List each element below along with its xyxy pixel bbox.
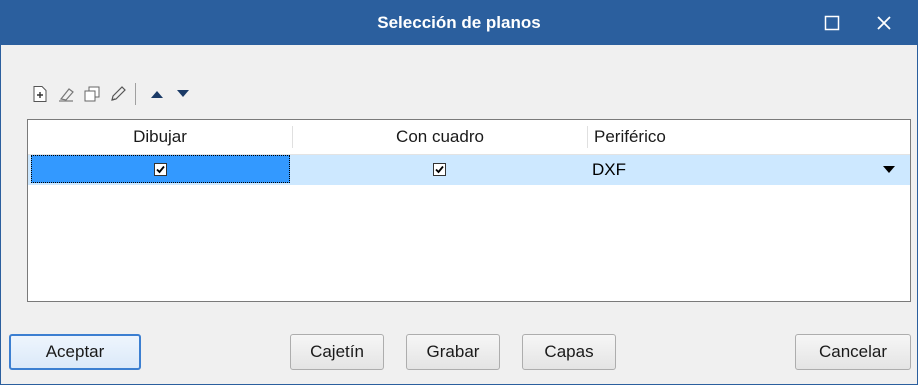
close-button[interactable] <box>861 1 907 45</box>
cell-dibujar[interactable] <box>31 155 290 183</box>
layers-button[interactable]: Capas <box>522 334 616 370</box>
column-header-dibujar[interactable]: Dibujar <box>28 120 292 154</box>
copy-button[interactable] <box>79 81 105 107</box>
check-icon <box>435 165 444 174</box>
dibujar-checkbox[interactable] <box>154 163 167 176</box>
plans-grid[interactable]: Dibujar Con cuadro Periférico DXF <box>27 119 911 302</box>
con-cuadro-checkbox[interactable] <box>433 163 446 176</box>
window-title: Selección de planos <box>377 13 541 32</box>
add-button[interactable] <box>27 81 53 107</box>
column-header-con-cuadro[interactable]: Con cuadro <box>293 120 587 154</box>
accept-button[interactable]: Aceptar <box>9 334 141 370</box>
cancel-button[interactable]: Cancelar <box>795 334 911 370</box>
edit-button[interactable] <box>105 81 131 107</box>
close-icon <box>877 16 891 30</box>
chevron-down-icon[interactable] <box>883 166 895 174</box>
check-icon <box>156 165 165 174</box>
periferico-select-value[interactable]: DXF <box>592 155 626 185</box>
maximize-icon <box>824 15 840 31</box>
toolbar <box>27 81 196 107</box>
move-up-icon <box>151 91 163 98</box>
cajetin-button[interactable]: Cajetín <box>290 334 384 370</box>
pencil-icon <box>111 86 126 101</box>
eraser-icon <box>59 88 74 102</box>
add-icon <box>33 86 47 102</box>
maximize-button[interactable] <box>809 1 855 45</box>
title-bar[interactable]: Selección de planos <box>1 1 917 45</box>
move-up-button[interactable] <box>144 81 170 107</box>
save-button[interactable]: Grabar <box>406 334 500 370</box>
move-down-icon <box>177 90 189 97</box>
copy-icon <box>84 86 100 102</box>
toolbar-separator <box>135 83 136 105</box>
move-down-button[interactable] <box>170 81 196 107</box>
column-separator <box>587 126 588 148</box>
table-row[interactable]: DXF <box>28 155 910 185</box>
dialog-window: Selección de planos Dibujar Con cuadro P… <box>0 0 918 385</box>
grid-header: Dibujar Con cuadro Periférico <box>28 120 910 155</box>
column-header-periferico[interactable]: Periférico <box>594 120 894 154</box>
erase-button[interactable] <box>53 81 79 107</box>
